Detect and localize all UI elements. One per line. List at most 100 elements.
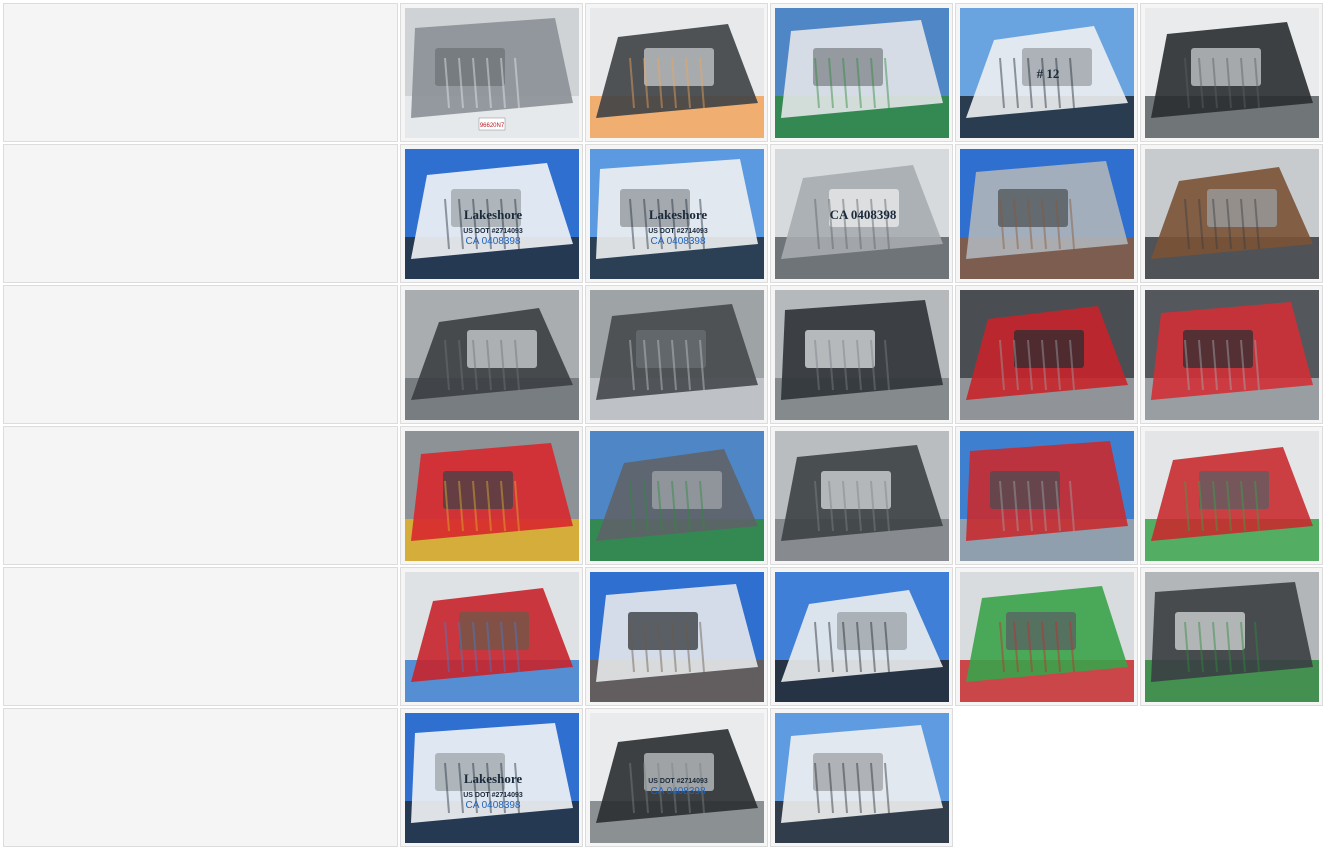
thumbnail-air-lines-deck[interactable] [959,430,1134,561]
thumb-caption: Lakeshore [648,207,706,222]
thumbnail-rear-frame[interactable] [1144,289,1319,420]
thumbnail-image [959,430,1134,561]
thumbnail-mirror-side[interactable] [774,7,949,138]
thumbnail-cell [400,285,583,424]
thumbnail-image [1144,289,1319,420]
thumbnail-image: US DOT #2714093CA 0408398 [589,712,764,843]
thumbnail-cell [400,567,583,706]
thumbnail-frame-deck[interactable] [774,430,949,561]
thumbnail-image [589,7,764,138]
thumbnail-cab-door-lakeshore[interactable]: Lakeshore US DOT #2714093 CA 0408398 [404,148,579,279]
thumbnail-image [774,7,949,138]
grid-row: 96620N7 # 12 [3,3,1325,142]
thumbnail-fuel-tank[interactable]: CA 0408398 [774,148,949,279]
thumbnail-cell [955,144,1138,283]
thumb-caption: Lakeshore [463,207,521,222]
thumbnail-image [959,571,1134,702]
thumb-dot-number: US DOT #2714093 [648,778,708,785]
thumbnail-cell: Lakeshore US DOT #2714093 CA 0408398 [400,708,583,847]
thumbnail-image [404,289,579,420]
thumbnail-image [404,571,579,702]
thumb-ca-number: CA 0408398 [650,236,705,247]
thumb-caption: # 12 [1036,66,1059,81]
thumbnail-image [774,571,949,702]
grid-row: Lakeshore US DOT #2714093 CA 0408398 Lakesh… [3,144,1325,283]
thumbnail-cab-back-window[interactable] [589,571,764,702]
thumbnail-cell [585,285,768,424]
thumbnail-cell [400,426,583,565]
thumbnail-hood-side[interactable]: # 12 [959,7,1134,138]
thumbnail-cell [1140,285,1323,424]
photo-grid: 96620N7 # 12 Lakeshore US DOT #2714093 CA 04… [3,3,1325,849]
thumbnail-mud-flap[interactable] [404,430,579,561]
thumb-caption: Lakeshore [463,771,521,786]
thumbnail-image: Lakeshore US DOT #2714093CA 0408398 [404,148,579,279]
thumbnail-rear-lights[interactable] [959,289,1134,420]
thumb-caption: CA 0408398 [829,207,896,222]
thumbnail-cell [585,567,768,706]
thumbnail-exhaust-pipe[interactable] [1144,148,1319,279]
thumbnail-cell [1140,144,1323,283]
thumbnail-fifth-wheel-2[interactable] [589,289,764,420]
thumbnail-air-lines-cab[interactable] [1144,430,1319,561]
thumb-dot-number: US DOT #2714093 [648,228,708,235]
thumbnail-truck-front-grille[interactable]: 96620N7 [404,7,579,138]
thumbnail-image [959,148,1134,279]
thumbnail-cell [1140,567,1323,706]
thumbnail-cell [955,567,1138,706]
thumbnail-image [774,430,949,561]
thumbnail-steps-tank[interactable] [1144,571,1319,702]
thumbnail-fifth-wheel-yard[interactable] [589,430,764,561]
thumbnail-cab-door-lakeshore-3[interactable]: Lakeshore US DOT #2714093 CA 0408398 [404,712,579,843]
thumbnail-cell [585,426,768,565]
thumbnail-headlight[interactable] [589,7,764,138]
thumbnail-fifth-wheel[interactable] [404,289,579,420]
thumbnail-front-wheel[interactable] [1144,7,1319,138]
row-label-cell [3,285,398,424]
thumbnail-cab-rear-green-line[interactable] [959,571,1134,702]
thumbnail-image [589,289,764,420]
thumbnail-image: CA 0408398 [774,148,949,279]
thumbnail-hood-front-quarter[interactable] [774,712,949,843]
thumbnail-cell [1140,3,1323,142]
grid-row [3,567,1325,706]
thumbnail-cell [770,285,953,424]
thumbnail-side-tank-dot[interactable]: US DOT #2714093 CA 0408398 [589,712,764,843]
thumbnail-exhaust-stack[interactable] [959,148,1134,279]
thumbnail-image [589,430,764,561]
thumbnail-cell [1140,426,1323,565]
thumbnail-cell [770,567,953,706]
thumbnail-image [404,430,579,561]
thumbnail-cell [955,426,1138,565]
thumbnail-cell: Lakeshore US DOT #2714093 CA 0408398 [400,144,583,283]
thumbnail-cab-rear-sleeper[interactable] [774,571,949,702]
thumbnail-cell [770,3,953,142]
row-label-cell [3,567,398,706]
thumbnail-image [1144,7,1319,138]
thumb-dot-number: US DOT #2714093 [463,792,523,799]
thumb-detail [1198,470,1269,509]
thumbnail-image: 96620N7 [404,7,579,138]
row-label-cell [3,144,398,283]
thumbnail-image [959,289,1134,420]
grid-row [3,285,1325,424]
thumbnail-fifth-wheel-top[interactable] [774,289,949,420]
row-label-cell [3,426,398,565]
thumbnail-cab-back-lines[interactable] [404,571,579,702]
grid-row: Lakeshore US DOT #2714093 CA 0408398 US DOT… [3,708,1325,847]
row-label-cell [3,708,398,847]
thumbnail-image [589,571,764,702]
thumbnail-cell [770,708,953,847]
thumbnail-image [1144,430,1319,561]
thumbnail-cell: 96620N7 [400,3,583,142]
grid-row [3,426,1325,565]
thumb-dot-number: US DOT #2714093 [463,228,523,235]
thumb-ca-number: CA 0408398 [650,786,705,797]
thumb-detail [1013,329,1084,368]
thumb-ca-number: CA 0408398 [465,800,520,811]
thumbnail-cell: # 12 [955,3,1138,142]
thumbnail-cab-door-lakeshore-2[interactable]: Lakeshore US DOT #2714093 CA 0408398 [589,148,764,279]
thumbnail-image: Lakeshore US DOT #2714093CA 0408398 [404,712,579,843]
thumbnail-image [774,289,949,420]
thumb-ca-number: CA 0408398 [465,236,520,247]
